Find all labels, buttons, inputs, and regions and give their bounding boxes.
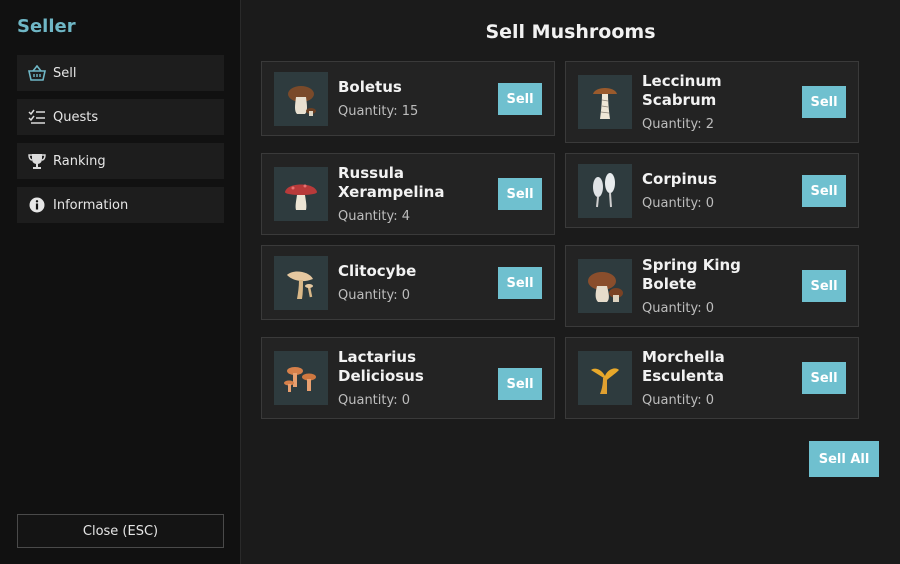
sell-button[interactable]: Sell — [498, 267, 542, 299]
sidebar: Seller Sell Quests Ranking Information C… — [0, 0, 241, 564]
sell-button[interactable]: Sell — [802, 270, 846, 302]
mushroom-thumbnail — [578, 259, 632, 313]
sell-all-button[interactable]: Sell All — [809, 441, 879, 477]
corpinus-icon — [593, 173, 615, 208]
sell-button[interactable]: Sell — [802, 86, 846, 118]
mushroom-name: Russula Xerampelina — [338, 164, 445, 201]
basket-icon — [28, 64, 46, 82]
mushroom-name: Clitocybe — [338, 262, 417, 280]
mushroom-card: Corpinus Quantity: 0 Sell — [565, 153, 859, 228]
russula-icon — [285, 184, 317, 210]
sidebar-item-label: Quests — [53, 109, 99, 125]
mushroom-thumbnail — [578, 75, 632, 129]
mushroom-card: Lactarius Deliciosus Quantity: 0 Sell — [261, 337, 555, 419]
sell-button[interactable]: Sell — [802, 175, 846, 207]
mushroom-quantity: Quantity: 0 — [642, 301, 715, 316]
mushroom-thumbnail — [274, 351, 328, 405]
leccinum-icon — [593, 88, 617, 119]
mushroom-card: Russula Xerampelina Quantity: 4 Sell — [261, 153, 555, 235]
mushroom-card: Morchella Esculenta Quantity: 0 Sell — [565, 337, 859, 419]
mushroom-thumbnail — [274, 256, 328, 310]
mushroom-quantity: Quantity: 0 — [338, 288, 411, 303]
mushroom-card: Spring King Bolete Quantity: 0 Sell — [565, 245, 859, 327]
mushroom-quantity: Quantity: 15 — [338, 104, 419, 119]
mushroom-quantity: Quantity: 0 — [642, 393, 715, 408]
clitocybe-icon — [287, 271, 313, 299]
mushroom-quantity: Quantity: 4 — [338, 209, 411, 224]
mushroom-card: Leccinum Scabrum Quantity: 2 Sell — [565, 61, 859, 143]
boletus-icon — [288, 86, 316, 116]
mushroom-quantity: Quantity: 0 — [338, 393, 411, 408]
mushroom-quantity: Quantity: 0 — [642, 196, 715, 211]
sidebar-item-label: Sell — [53, 65, 77, 81]
sidebar-item-ranking[interactable]: Ranking — [17, 143, 224, 179]
info-icon — [28, 196, 46, 214]
sidebar-item-label: Ranking — [53, 153, 106, 169]
mushroom-name: Corpinus — [642, 170, 717, 188]
sidebar-nav: Sell Quests Ranking Information — [17, 55, 224, 231]
mushroom-thumbnail — [578, 351, 632, 405]
sidebar-item-sell[interactable]: Sell — [17, 55, 224, 91]
lactarius-icon — [284, 367, 316, 392]
sidebar-item-information[interactable]: Information — [17, 187, 224, 223]
sidebar-item-label: Information — [53, 197, 129, 213]
mushroom-name: Boletus — [338, 78, 402, 96]
mushroom-card: Clitocybe Quantity: 0 Sell — [261, 245, 555, 320]
morchella-icon — [591, 368, 619, 394]
checklist-icon — [28, 108, 46, 126]
mushroom-name: Morchella Esculenta — [642, 348, 725, 385]
mushroom-thumbnail — [274, 167, 328, 221]
mushroom-name: Spring King Bolete — [642, 256, 741, 293]
sell-button[interactable]: Sell — [802, 362, 846, 394]
mushroom-thumbnail — [274, 72, 328, 126]
page-title: Sell Mushrooms — [485, 21, 656, 43]
mushroom-card: Boletus Quantity: 15 Sell — [261, 61, 555, 136]
trophy-icon — [28, 152, 46, 170]
sidebar-title: Seller — [17, 16, 76, 37]
mushroom-name: Leccinum Scabrum — [642, 72, 722, 109]
mushroom-name: Lactarius Deliciosus — [338, 348, 424, 385]
mushroom-thumbnail — [578, 164, 632, 218]
mushroom-quantity: Quantity: 2 — [642, 117, 715, 132]
sell-button[interactable]: Sell — [498, 368, 542, 400]
sell-button[interactable]: Sell — [498, 178, 542, 210]
sell-button[interactable]: Sell — [498, 83, 542, 115]
spring-king-bolete-icon — [588, 272, 623, 302]
close-button[interactable]: Close (ESC) — [17, 514, 224, 548]
sidebar-item-quests[interactable]: Quests — [17, 99, 224, 135]
